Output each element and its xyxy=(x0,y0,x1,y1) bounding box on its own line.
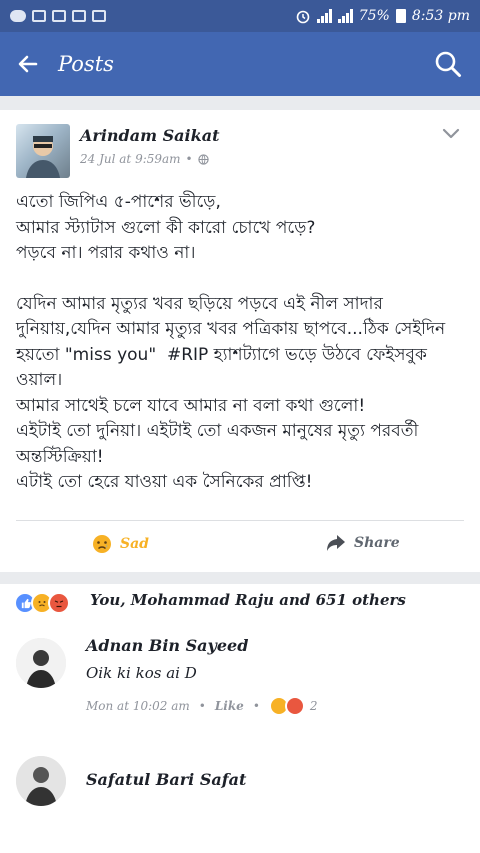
post-body: এতো জিপিএ ৫-পাশের ভীড়ে, আমার স্ট্যাটাস … xyxy=(16,190,468,496)
commenter-name[interactable]: Safatul Bari Safat xyxy=(86,770,246,789)
separator-dot: • xyxy=(185,152,193,166)
reactions-and-comments: You, Mohammad Raju and 651 others Adnan … xyxy=(0,584,480,853)
back-button[interactable] xyxy=(0,32,56,96)
app-bar: Posts xyxy=(0,32,480,96)
facebook-notification-icon xyxy=(52,10,66,22)
commenter-name[interactable]: Adnan Bin Sayeed xyxy=(86,636,248,655)
share-arrow-icon xyxy=(327,535,345,551)
signal-icon xyxy=(316,9,332,23)
reaction-summary[interactable]: You, Mohammad Raju and 651 others xyxy=(90,591,406,609)
battery-icon xyxy=(395,9,406,23)
search-icon xyxy=(435,51,461,77)
page-title: Posts xyxy=(58,52,114,76)
separator-dot: • xyxy=(198,699,206,713)
profile-photo xyxy=(26,136,60,178)
angry-reaction-icon xyxy=(284,696,305,716)
commenter-avatar[interactable] xyxy=(16,638,66,688)
system-indicators: 75% 8:53 pm xyxy=(295,8,470,24)
post-author[interactable]: Arindam Saikat xyxy=(80,126,219,145)
facebook-notification-icon xyxy=(32,10,46,22)
share-button[interactable]: Share xyxy=(326,534,400,552)
comment-meta: Mon at 10:02 am • Like • 2 xyxy=(86,696,318,716)
facebook-notification-icon xyxy=(92,10,106,22)
search-button[interactable] xyxy=(416,32,480,96)
comment-text: Oik ki kos ai D xyxy=(86,664,197,682)
separator-dot: • xyxy=(252,699,260,713)
divider xyxy=(16,520,464,521)
post-timestamp[interactable]: 24 Jul at 9:59am xyxy=(80,152,181,166)
arrow-left-icon xyxy=(18,55,38,73)
alarm-icon xyxy=(296,10,310,24)
sad-reaction-button[interactable]: Sad xyxy=(92,534,149,554)
facebook-notification-icon xyxy=(72,10,86,22)
profile-photo xyxy=(16,638,66,688)
comment-like-button[interactable]: Like xyxy=(215,699,244,713)
post-paragraph: এতো জিপিএ ৫-পাশের ভীড়ে, আমার স্ট্যাটাস … xyxy=(16,192,316,263)
sad-label: Sad xyxy=(120,536,149,552)
comment-timestamp: Mon at 10:02 am xyxy=(86,699,190,713)
profile-photo xyxy=(16,756,66,806)
commenter-avatar[interactable] xyxy=(16,756,66,806)
comment-reaction-count: 2 xyxy=(309,699,318,713)
chevron-down-icon[interactable] xyxy=(440,124,462,142)
post-paragraph: যেদিন আমার মৃত্যুর খবর ছড়িয়ে পড়বে এই … xyxy=(16,293,446,493)
angry-reaction-icon xyxy=(48,592,70,614)
notification-icons xyxy=(10,10,106,22)
signal-icon xyxy=(337,9,353,23)
globe-icon xyxy=(197,153,209,165)
status-bar: 75% 8:53 pm xyxy=(0,0,480,32)
message-icon xyxy=(10,10,26,22)
share-label: Share xyxy=(354,535,400,551)
battery-percent: 75% xyxy=(358,8,390,24)
avatar[interactable] xyxy=(16,124,70,178)
post-card: Arindam Saikat 24 Jul at 9:59am • এতো জি… xyxy=(0,110,480,572)
clock: 8:53 pm xyxy=(411,8,470,24)
post-meta: 24 Jul at 9:59am • xyxy=(80,152,209,166)
comment-reaction-icons[interactable] xyxy=(268,696,305,716)
reaction-icons[interactable] xyxy=(14,592,70,614)
sad-face-icon xyxy=(93,535,111,553)
